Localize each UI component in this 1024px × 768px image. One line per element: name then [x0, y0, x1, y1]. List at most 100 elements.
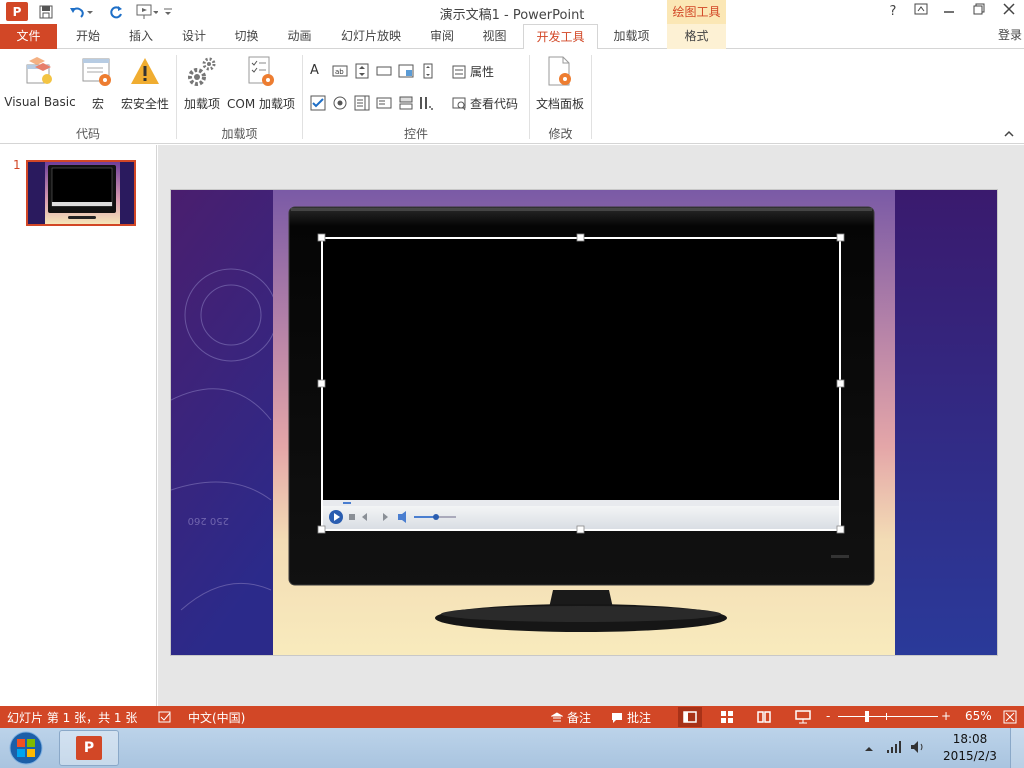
slide-sorter-icon[interactable] [720, 710, 734, 727]
properties-button[interactable]: 属性 [452, 63, 494, 80]
view-code-button[interactable]: 查看代码 [452, 95, 518, 112]
tab-add-ins[interactable]: 加载项 [598, 24, 665, 49]
slide-show-icon[interactable] [795, 710, 811, 727]
clock-date[interactable]: 2015/2/3 [940, 749, 1000, 763]
slide-thumbnail[interactable] [26, 160, 136, 226]
com-add-ins-label: COM 加载项 [227, 97, 295, 111]
comments-button[interactable]: 批注 [611, 709, 651, 726]
tab-file[interactable]: 文件 [0, 24, 57, 49]
show-hidden-icons-icon[interactable] [864, 742, 874, 756]
add-ins-label: 加载项 [183, 97, 220, 111]
gear-icon [185, 55, 219, 89]
slides-pane: 1 [0, 145, 157, 706]
ribbon: Visual Basic 宏 宏安全性 代码 加载项 COM 加载项 加载项 A… [0, 49, 1024, 144]
stop-icon[interactable] [349, 514, 355, 520]
code-group-label: 代码 [75, 127, 100, 141]
ribbon-display-options-icon[interactable] [909, 2, 933, 22]
tab-home[interactable]: 开始 [62, 24, 114, 49]
visual-basic-button[interactable]: Visual Basic [4, 55, 76, 109]
svg-text:250 260: 250 260 [188, 515, 229, 526]
list-box-control-icon[interactable] [354, 95, 370, 111]
properties-icon [452, 65, 466, 78]
minimize-icon[interactable] [937, 2, 961, 22]
tab-slide-show[interactable]: 幻灯片放映 [326, 24, 416, 49]
ribbon-tabs: 文件 开始 插入 设计 切换 动画 幻灯片放映 审阅 视图 开发工具 加载项 格… [0, 24, 1024, 50]
taskbar-powerpoint-app[interactable]: P [59, 730, 119, 766]
document-panel-icon [543, 55, 577, 89]
powerpoint-app-icon: P [76, 736, 102, 760]
more-controls-icon[interactable] [418, 95, 434, 111]
controls-group-label: 控件 [403, 127, 428, 141]
slide-editor: 250 260 [158, 145, 1024, 706]
language-status[interactable]: 中文(中国) [188, 709, 245, 726]
tab-view[interactable]: 视图 [468, 24, 521, 49]
com-add-ins-icon [244, 55, 278, 89]
check-box-control-icon[interactable] [310, 95, 326, 111]
comments-label: 批注 [627, 711, 652, 725]
restore-icon[interactable] [967, 2, 991, 22]
spell-check-icon[interactable] [158, 710, 172, 727]
normal-view-icon[interactable] [678, 707, 702, 727]
macro-security-label: 宏安全性 [120, 97, 169, 111]
media-player-screen[interactable] [322, 238, 840, 530]
reading-view-icon[interactable] [757, 710, 771, 727]
close-icon[interactable] [997, 2, 1021, 22]
svg-text:ab: ab [335, 68, 344, 76]
document-panel-button[interactable]: 文档面板 [533, 55, 587, 112]
sign-in-link[interactable]: 登录 [998, 26, 1022, 43]
add-ins-button[interactable]: 加载项 [182, 55, 222, 112]
document-title: 演示文稿1 - PowerPoint [439, 8, 585, 23]
text-box-control-icon[interactable]: ab [332, 63, 348, 79]
notes-icon [551, 711, 563, 721]
status-bar: 幻灯片 第 1 张，共 1 张 中文(中国) 备注 批注 - + 65% [0, 706, 1024, 728]
tab-format[interactable]: 格式 [667, 24, 726, 49]
image-control-icon[interactable] [398, 63, 414, 79]
scroll-bar-control-icon[interactable] [420, 63, 436, 79]
toggle-button-control-icon[interactable] [398, 95, 414, 111]
drawing-tools-context-header: 绘图工具 [667, 0, 726, 24]
tab-animations[interactable]: 动画 [273, 24, 326, 49]
network-icon[interactable] [886, 740, 902, 757]
zoom-level[interactable]: 65% [965, 709, 992, 723]
view-code-label: 查看代码 [470, 97, 519, 111]
slide-count-status[interactable]: 幻灯片 第 1 张，共 1 张 [7, 709, 137, 726]
view-code-icon [452, 97, 466, 110]
tab-transitions[interactable]: 切换 [220, 24, 273, 49]
slide-right-panel [895, 190, 997, 655]
macros-label: 宏 [91, 97, 104, 111]
warning-icon [128, 55, 162, 89]
tab-review[interactable]: 审阅 [416, 24, 468, 49]
spin-button-control-icon[interactable] [354, 63, 370, 79]
volume-icon[interactable] [910, 740, 926, 757]
visual-basic-label: Visual Basic [4, 95, 76, 109]
zoom-slider[interactable] [838, 716, 938, 717]
combo-box-control-icon[interactable] [376, 95, 392, 111]
title-bar: P 演示文稿1 - PowerPoint 绘图工具 ? [0, 0, 1024, 24]
windows-start-button[interactable] [4, 730, 48, 766]
fit-to-window-icon[interactable] [1003, 710, 1017, 727]
command-button-control-icon[interactable] [376, 63, 392, 79]
tab-design[interactable]: 设计 [168, 24, 220, 49]
option-button-control-icon[interactable] [332, 95, 348, 111]
clock-time[interactable]: 18:08 [940, 732, 1000, 746]
label-control-icon[interactable]: A [310, 63, 326, 79]
zoom-in-button[interactable]: + [941, 709, 951, 723]
windows-taskbar: P 18:08 2015/2/3 [0, 728, 1024, 768]
macro-security-button[interactable]: 宏安全性 [119, 55, 171, 112]
zoom-slider-midpoint [886, 713, 887, 720]
tab-developer[interactable]: 开发工具 [523, 24, 598, 50]
notes-button[interactable]: 备注 [551, 709, 591, 726]
tab-insert[interactable]: 插入 [114, 24, 168, 49]
help-button[interactable]: ? [881, 2, 905, 22]
visual-basic-icon [23, 55, 57, 89]
slide-canvas[interactable]: 250 260 [170, 189, 998, 656]
zoom-out-button[interactable]: - [826, 709, 830, 723]
com-add-ins-button[interactable]: COM 加载项 [224, 55, 298, 112]
zoom-slider-thumb[interactable] [865, 711, 869, 722]
macros-icon [81, 55, 115, 89]
slide-number: 1 [13, 158, 21, 172]
show-desktop-button[interactable] [1010, 728, 1024, 768]
macros-button[interactable]: 宏 [81, 55, 115, 112]
collapse-ribbon-icon[interactable] [1004, 127, 1014, 141]
group-divider [591, 55, 592, 139]
